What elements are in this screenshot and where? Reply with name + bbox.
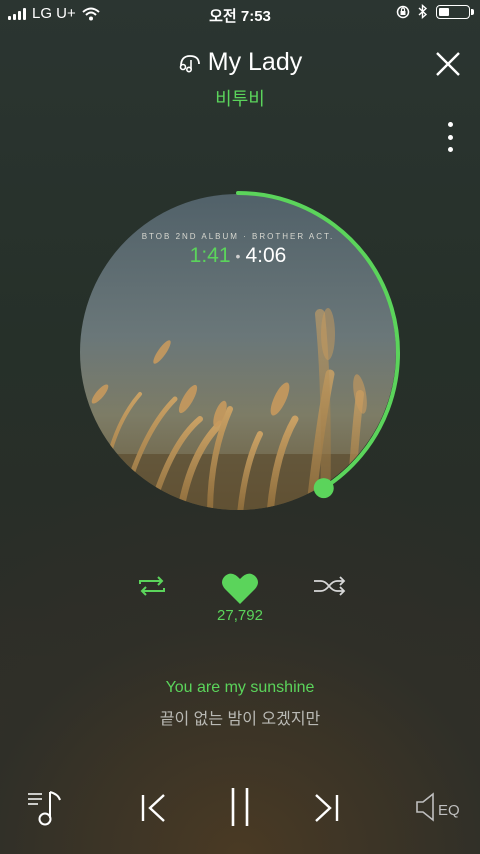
next-track-icon[interactable] [312, 792, 340, 824]
speaker-icon [416, 792, 434, 822]
pause-icon[interactable] [228, 786, 252, 828]
eq-button[interactable]: EQ [414, 792, 460, 822]
heart-icon[interactable] [221, 572, 259, 606]
eq-label: EQ [438, 801, 460, 819]
progress-knob[interactable] [313, 478, 334, 499]
repeat-icon[interactable] [134, 574, 170, 598]
artist-name[interactable]: 비투비 [0, 85, 480, 111]
dot-icon [447, 122, 453, 127]
lyric-next-line: 끝이 없는 밤이 오겠지만 [159, 711, 321, 728]
lyrics-panel[interactable]: You are my sunshine 끝이 없는 밤이 오겠지만 [0, 679, 480, 729]
headphone-note-icon [179, 54, 200, 73]
song-title-row: My Lady [0, 48, 480, 77]
dot-icon [447, 134, 453, 140]
song-title: My Lady [207, 48, 303, 76]
playlist-icon[interactable] [26, 788, 66, 828]
progress-arc [236, 191, 400, 491]
battery-icon [436, 4, 474, 19]
status-bar: LG U+ 오전 7:53 [0, 0, 480, 28]
progress-ring[interactable] [78, 190, 404, 516]
previous-track-icon[interactable] [140, 792, 168, 824]
bluetooth-icon [418, 4, 428, 19]
status-right [396, 4, 474, 19]
player-header: My Lady 비투비 [0, 48, 480, 111]
dot-icon [447, 147, 453, 152]
lyric-current-line: You are my sunshine [165, 679, 315, 696]
more-options-button[interactable] [440, 122, 460, 152]
album-art-player[interactable]: BTOB 2ND ALBUM · BROTHER ACT. 1:41 • 4:06 [78, 190, 404, 516]
like-count: 27,792 [217, 607, 263, 624]
rotation-lock-icon [396, 5, 410, 18]
shuffle-icon[interactable] [312, 574, 348, 598]
close-button[interactable] [434, 50, 462, 78]
bottom-controls: EQ [0, 782, 480, 832]
